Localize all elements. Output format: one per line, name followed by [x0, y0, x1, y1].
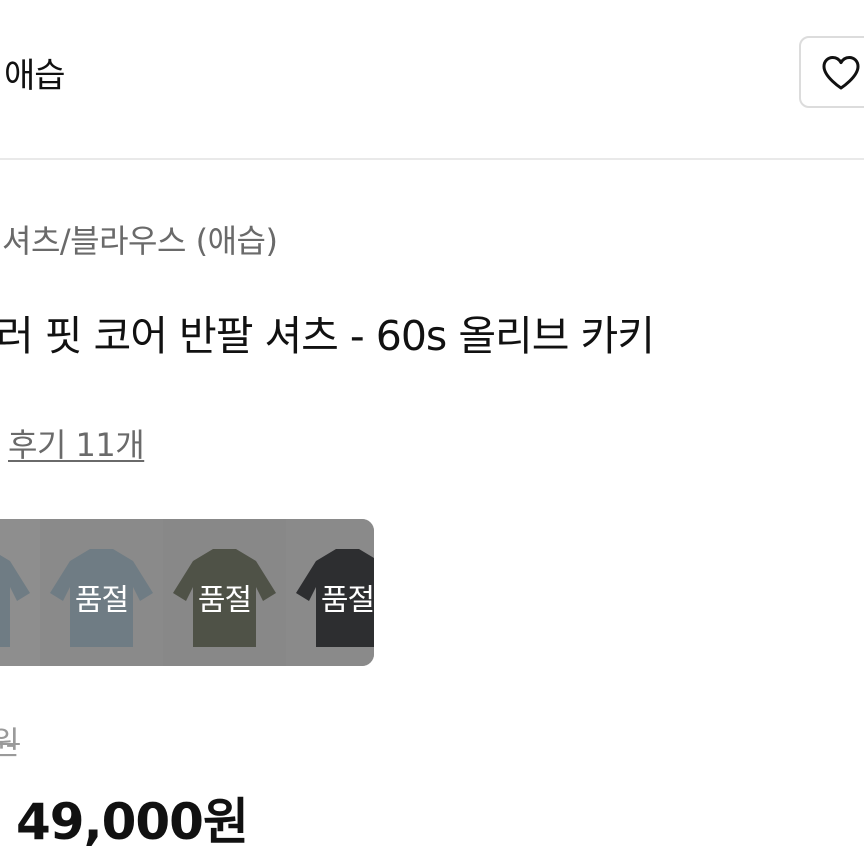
product-title: 러 핏 코어 반팔 셔츠 - 60s 올리브 카키 — [0, 312, 655, 360]
header-divider — [0, 158, 864, 160]
sold-out-label: 품절 — [74, 583, 129, 618]
original-price: 0원 — [0, 724, 20, 762]
shirt-thumbnail-image — [0, 519, 40, 666]
review-count-link[interactable]: 후기 11개 — [8, 420, 145, 466]
sold-out-label: 품절 — [197, 583, 252, 618]
wishlist-button[interactable] — [799, 36, 864, 108]
brand-name[interactable]: 애습 — [4, 48, 66, 97]
sold-out-label: 품절 — [320, 583, 374, 618]
heart-outline-icon — [822, 56, 860, 90]
color-option[interactable]: 품절 — [286, 519, 374, 666]
color-option[interactable]: 품절 — [163, 519, 286, 666]
sale-price: 49,000원 — [16, 793, 249, 851]
product-category[interactable]: 셔츠/블라우스 (애습) — [2, 216, 278, 262]
color-option-list: 품절 품절 품절 — [0, 519, 374, 666]
color-option[interactable]: 품절 — [40, 519, 163, 666]
color-option[interactable] — [0, 519, 40, 666]
